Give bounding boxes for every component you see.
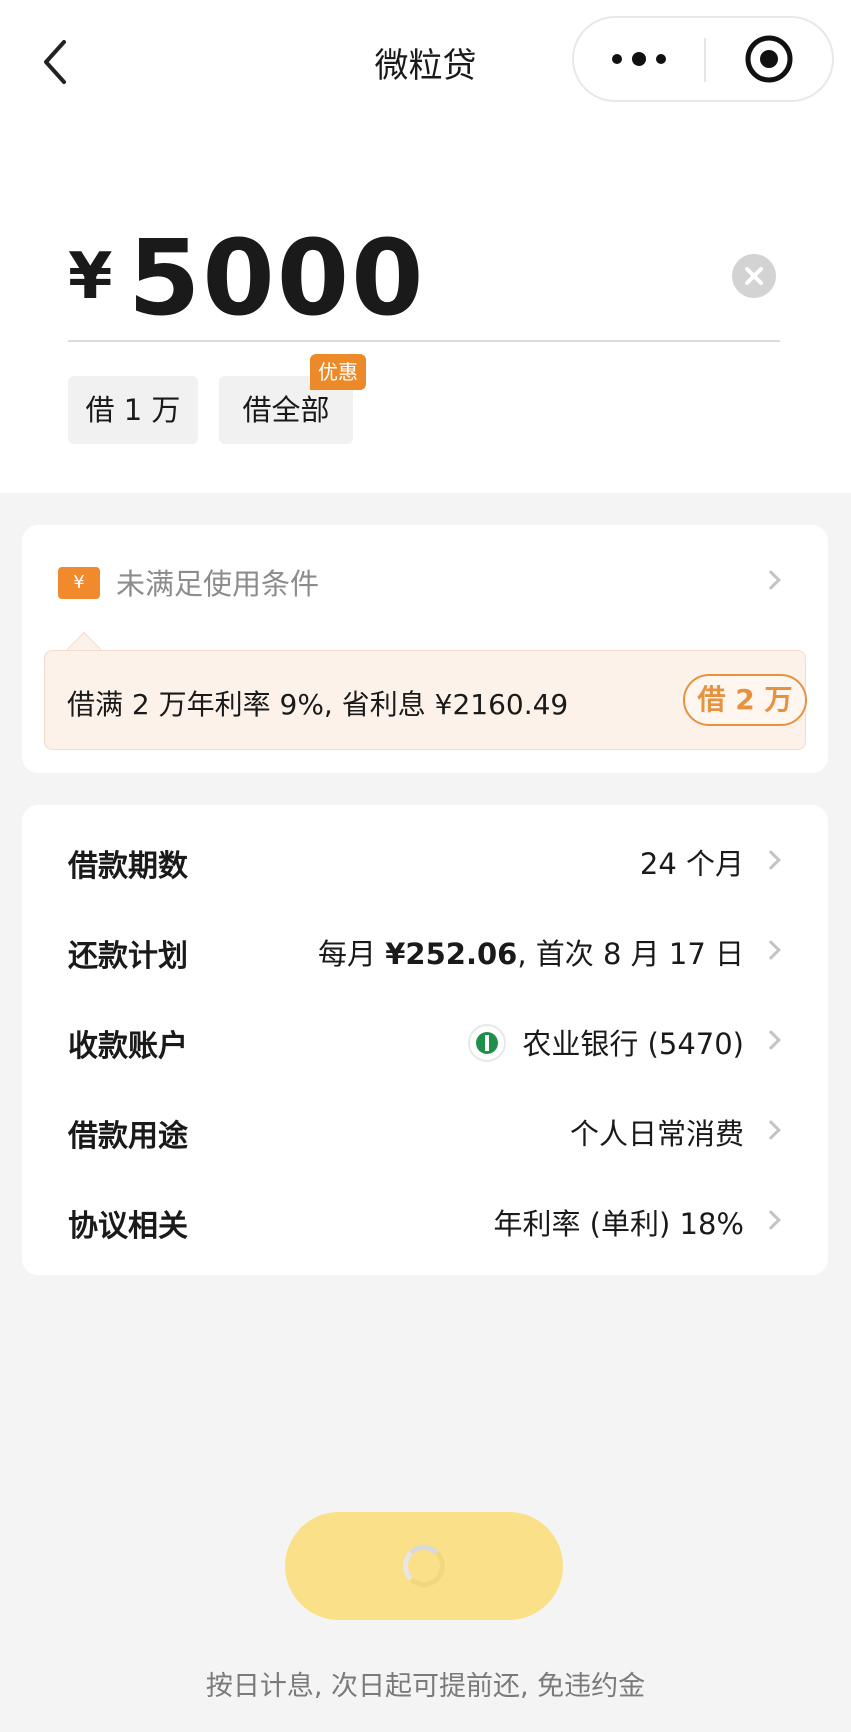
detail-label: 收款账户 bbox=[68, 1029, 188, 1064]
coupon-status: 未满足使用条件 bbox=[116, 567, 320, 601]
chevron-right-icon bbox=[761, 570, 781, 590]
repayment-suffix: , 首次 8 月 17 日 bbox=[517, 937, 744, 971]
detail-value: 农业银行 (5470) bbox=[468, 1021, 744, 1065]
detail-row-agreement[interactable]: 协议相关 年利率 (单利) 18% bbox=[22, 1175, 828, 1265]
detail-row-account[interactable]: 收款账户 农业银行 (5470) bbox=[22, 995, 828, 1085]
mini-program-capsule bbox=[572, 16, 834, 102]
coupon-row[interactable]: ¥ 未满足使用条件 bbox=[22, 525, 828, 635]
chevron-right-icon bbox=[761, 850, 781, 870]
promo-badge: 优惠 bbox=[310, 354, 366, 390]
currency-symbol: ¥ bbox=[68, 240, 113, 314]
detail-value: 年利率 (单利) 18% bbox=[493, 1207, 744, 1241]
chevron-right-icon bbox=[761, 1210, 781, 1230]
bank-account: 农业银行 (5470) bbox=[522, 1027, 744, 1061]
detail-row-term[interactable]: 借款期数 24 个月 bbox=[22, 815, 828, 905]
chevron-right-icon bbox=[761, 1030, 781, 1050]
detail-value: 24 个月 bbox=[639, 847, 744, 881]
chevron-right-icon bbox=[761, 940, 781, 960]
navigation-bar: 微粒贷 bbox=[0, 0, 851, 120]
upsell-text: 借满 2 万年利率 9%, 省利息 ¥2160.49 bbox=[67, 688, 569, 721]
amount-underline bbox=[68, 340, 780, 342]
submit-button[interactable] bbox=[285, 1512, 563, 1620]
loan-amount-section: 微粒贷 ¥ 5000 借 1 万 借全部 优惠 bbox=[0, 0, 851, 493]
detail-label: 协议相关 bbox=[68, 1209, 188, 1244]
more-options-icon[interactable] bbox=[574, 18, 704, 100]
loading-spinner-icon bbox=[403, 1545, 445, 1587]
detail-label: 还款计划 bbox=[68, 939, 188, 974]
detail-label: 借款期数 bbox=[68, 849, 188, 884]
monthly-payment: ¥252.06 bbox=[385, 937, 518, 971]
detail-value: 个人日常消费 bbox=[569, 1117, 744, 1151]
loan-details-card: 借款期数 24 个月 还款计划 每月 ¥252.06, 首次 8 月 17 日 … bbox=[22, 805, 828, 1275]
borrow-10k-button[interactable]: 借 1 万 bbox=[68, 376, 198, 444]
detail-row-purpose[interactable]: 借款用途 个人日常消费 bbox=[22, 1085, 828, 1175]
repayment-prefix: 每月 bbox=[318, 937, 386, 971]
footer-note: 按日计息, 次日起可提前还, 免违约金 bbox=[205, 1671, 646, 1702]
borrow-20k-button[interactable]: 借 2 万 bbox=[683, 674, 807, 726]
close-mini-program-icon[interactable] bbox=[706, 18, 832, 100]
coupon-card: ¥ 未满足使用条件 借满 2 万年利率 9%, 省利息 ¥2160.49 借 2… bbox=[22, 525, 828, 773]
amount-value[interactable]: 5000 bbox=[128, 218, 425, 338]
detail-value: 每月 ¥252.06, 首次 8 月 17 日 bbox=[318, 931, 744, 973]
detail-row-repayment-plan[interactable]: 还款计划 每月 ¥252.06, 首次 8 月 17 日 bbox=[22, 905, 828, 995]
bank-logo-icon bbox=[468, 1024, 507, 1062]
upsell-tip: 借满 2 万年利率 9%, 省利息 ¥2160.49 借 2 万 bbox=[44, 650, 807, 750]
coupon-icon: ¥ bbox=[58, 567, 100, 599]
chevron-right-icon bbox=[761, 1120, 781, 1140]
clear-icon[interactable] bbox=[732, 254, 776, 298]
back-icon[interactable] bbox=[38, 38, 74, 86]
amount-input[interactable]: ¥ 5000 bbox=[68, 218, 780, 338]
detail-label: 借款用途 bbox=[68, 1119, 188, 1154]
